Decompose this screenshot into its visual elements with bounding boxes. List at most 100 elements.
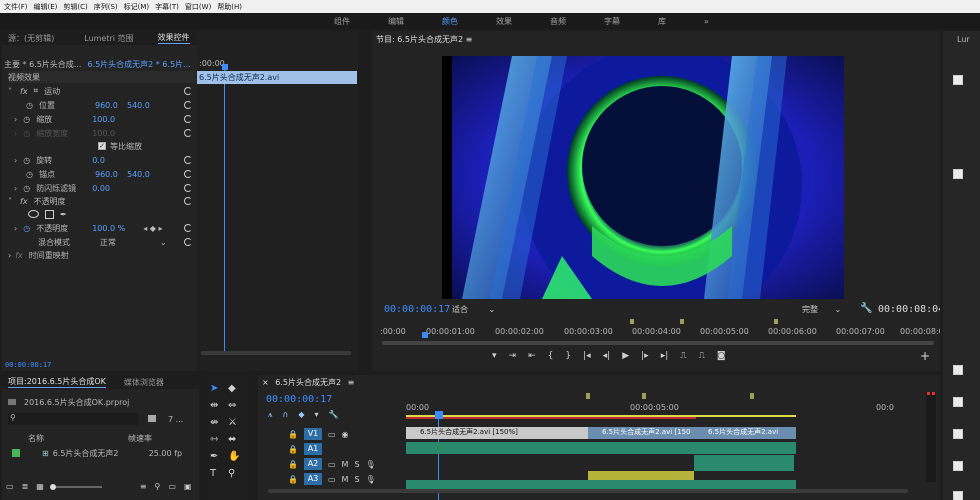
lock-icon[interactable]: 🔒 [288,460,298,469]
mute-button[interactable]: M [342,475,349,484]
close-icon[interactable]: × [262,378,269,387]
blend-mode-select[interactable]: 正常 [100,237,160,248]
workspace-effects[interactable]: 效果 [496,16,512,27]
workspace-titles[interactable]: 字幕 [604,16,620,27]
new-item-icon[interactable]: ▣ [184,482,192,491]
program-scrollbar[interactable] [382,341,934,345]
slip-tool-icon[interactable]: ⇿ [210,434,228,445]
chevron-down-icon[interactable]: ⌄ [489,305,496,314]
stopwatch-icon[interactable]: ◷ [26,101,33,110]
find-icon[interactable]: ⚲ [155,482,161,491]
linked-select-icon[interactable]: ∩ [283,410,289,420]
reset-icon[interactable] [184,224,192,232]
menu-window[interactable]: 窗口(W) [185,2,211,12]
menu-title[interactable]: 字幕(T) [155,2,179,12]
master-clip-label[interactable]: 主要 * 6.5片头合成... [4,59,81,70]
lumetri-checkbox[interactable] [953,75,963,85]
panel-menu-icon[interactable]: ≡ [466,35,473,44]
reset-icon[interactable] [184,238,192,246]
workspace-more-icon[interactable]: » [704,17,709,26]
mute-button[interactable]: M [342,460,349,469]
menu-edit[interactable]: 编辑(E) [34,2,58,12]
expand-icon[interactable]: › [8,251,11,260]
razor-tool-icon[interactable]: ⚔ [228,417,246,428]
expand-icon[interactable]: › [14,156,17,165]
lumetri-checkbox[interactable] [953,461,963,471]
expand-icon[interactable]: ˅ [8,197,12,206]
icon-view-icon[interactable]: ▦ [36,482,44,491]
expand-icon[interactable]: › [14,224,17,233]
step-back-icon[interactable]: |◂ [583,351,591,361]
reset-icon[interactable] [184,101,192,109]
reset-icon[interactable] [184,156,192,164]
sort-icon[interactable]: ≡ [140,482,147,491]
film-icon[interactable]: ▭ [328,430,336,439]
zoom-slider[interactable] [49,483,102,490]
workspace-editing[interactable]: 编辑 [388,16,404,27]
reset-icon[interactable] [184,87,192,95]
lock-icon[interactable]: ▭ [6,482,14,491]
timeline-timecode[interactable]: 00:00:00:17 [266,394,332,405]
new-bin-icon[interactable] [148,415,156,422]
audio-clip[interactable] [694,455,794,471]
lumetri-checkbox[interactable] [953,365,963,375]
solo-button[interactable]: S [354,475,359,484]
reset-icon[interactable] [184,115,192,123]
project-item-row[interactable]: ⊞ 6.5片头合成无声2 25.00 fp [12,447,197,459]
opacity-value[interactable]: 100.0 % [92,224,125,233]
reset-icon[interactable] [184,184,192,192]
stopwatch-icon[interactable]: ◷ [23,156,30,165]
go-to-in-icon[interactable]: { [548,351,554,361]
menu-clip[interactable]: 剪辑(C) [63,2,87,12]
workspace-color[interactable]: 颜色 [442,16,458,27]
timeline-tab[interactable]: × 6.5片头合成无声2 ≡ [262,377,354,388]
anchor-y[interactable]: 540.0 [127,170,150,179]
a1-target[interactable]: A1 [303,443,322,455]
scale-value[interactable]: 100.0 [92,115,115,124]
fit-select[interactable]: 适合 ⌄ [452,304,502,315]
slide-tool-icon[interactable]: ⬌ [228,434,246,445]
expand-icon[interactable]: › [14,115,17,124]
selection-tool-icon[interactable]: ➤ [210,383,228,394]
lock-icon[interactable]: 🔒 [288,430,298,439]
tab-media-browser[interactable]: 媒体浏览器 [124,377,164,388]
program-ruler[interactable]: :00:00 00:00:01:00 00:00:02:00 00:00:03:… [380,319,940,343]
lock-icon[interactable]: 🔒 [288,475,298,484]
a2-target[interactable]: A2 [303,458,322,470]
hand-tool-icon[interactable]: ✋ [228,451,246,462]
workspace-assembly[interactable]: 组件 [334,16,350,27]
sync-icon[interactable]: ▭ [328,475,336,484]
stopwatch-icon[interactable]: ◷ [23,129,30,138]
fx-icon[interactable]: fx [20,87,28,96]
expand-icon[interactable]: › [14,129,17,138]
lumetri-checkbox[interactable] [953,491,963,500]
column-fps-header[interactable]: 帧速率 [128,433,152,444]
frame-forward-icon[interactable]: |▸ [641,351,649,361]
marker-icon[interactable] [680,319,684,324]
add-button[interactable]: + [920,349,930,363]
search-input[interactable]: ⚲ [8,413,138,425]
menu-sequence[interactable]: 序列(S) [94,2,118,12]
mic-icon[interactable]: 🎙 [366,460,376,469]
workspace-audio[interactable]: 音频 [550,16,566,27]
marker-icon[interactable] [750,393,754,399]
tab-lumetri-scopes[interactable]: Lumetri 范围 [84,33,133,44]
video-clip[interactable]: 6.5片头合成无声2.avi [694,427,796,439]
motion-transform-icon[interactable]: ⌗ [34,86,39,96]
workspace-libraries[interactable]: 库 [658,16,666,27]
mark-in-icon[interactable]: ⇥ [509,351,517,361]
column-name-header[interactable]: 名称 [28,433,128,444]
pen-tool-icon[interactable]: ✒ [210,451,228,462]
mini-playhead-marker[interactable] [222,64,228,70]
video-clip[interactable]: 6.5片头合成无声2.avi [150%] [406,427,588,439]
marker-icon[interactable] [774,319,778,324]
fx-icon[interactable]: fx [15,251,23,260]
rolling-edit-tool-icon[interactable]: ⇔ [228,400,246,411]
a3-target[interactable]: A3 [303,473,322,485]
rotation-value[interactable]: 0.0 [92,156,105,165]
stopwatch-icon[interactable]: ◷ [23,224,30,233]
lumetri-checkbox[interactable] [953,429,963,439]
anchor-x[interactable]: 960.0 [95,170,127,179]
mini-clip-bar[interactable]: 6.5片头合成无声2.avi [197,71,357,84]
ellipse-mask-icon[interactable] [28,210,39,218]
